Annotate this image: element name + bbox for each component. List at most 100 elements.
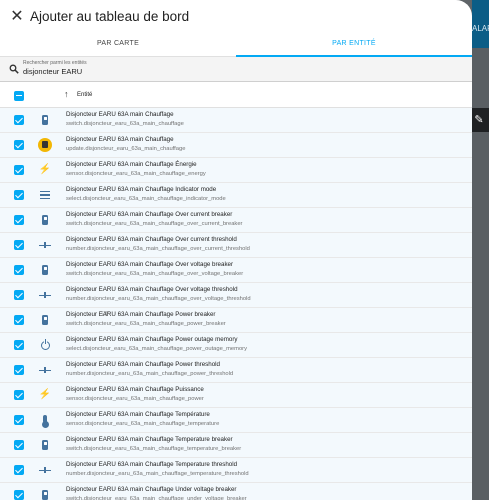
entity-name: Disjoncteur EARU 63A main Chauffage Indi… [66, 186, 217, 193]
search-input[interactable]: disjoncteur EARU [23, 67, 82, 76]
entity-id: switch.disjoncteur_earu_63a_main_chauffa… [66, 321, 226, 327]
edit-pencil-icon[interactable]: ✎ [469, 108, 489, 132]
row-checkbox[interactable] [14, 190, 24, 200]
list-header: ↑ Entité [0, 84, 472, 108]
entity-id: switch.disjoncteur_earu_63a_main_chauffa… [66, 446, 242, 452]
bolt-icon: ⚡ [38, 389, 52, 400]
entity-row[interactable]: Disjoncteur EARU 63A main Chauffage Over… [0, 208, 472, 233]
entity-id: number.disjoncteur_earu_63a_main_chauffa… [66, 371, 234, 377]
bolt-icon: ⚡ [38, 164, 52, 175]
slider-icon [38, 463, 52, 477]
switch-icon [38, 488, 52, 500]
dashboard-backdrop: ALAR ✎ [469, 0, 489, 500]
entity-id: sensor.disjoncteur_earu_63a_main_chauffa… [66, 421, 220, 427]
thermometer-icon [38, 413, 52, 428]
row-checkbox[interactable] [14, 365, 24, 375]
entity-id: select.disjoncteur_earu_63a_main_chauffa… [66, 196, 226, 202]
slider-icon [38, 288, 52, 302]
switch-icon [38, 213, 52, 227]
entity-id: sensor.disjoncteur_earu_63a_main_chauffa… [66, 171, 206, 177]
entity-row[interactable]: Disjoncteur EARU 63A main Chauffage Temp… [0, 458, 472, 483]
entity-name: Disjoncteur EARU 63A main Chauffage Over… [66, 211, 233, 218]
entity-row[interactable]: Disjoncteur EARU 63A main Chauffage Over… [0, 233, 472, 258]
entity-list: Disjoncteur EARU 63A main Chauffage switc… [0, 108, 472, 500]
switch-icon [38, 113, 52, 127]
entity-name: Disjoncteur EARU 63A main Chauffage Powe… [66, 311, 216, 318]
entity-name: Disjoncteur EARU 63A main Chauffage Éner… [66, 161, 197, 168]
row-checkbox[interactable] [14, 140, 24, 150]
column-header-entity[interactable]: Entité [77, 92, 92, 98]
entity-name: Disjoncteur EARU 63A main Chauffage Powe… [66, 336, 238, 343]
update-icon [38, 138, 52, 152]
switch-icon [38, 263, 52, 277]
row-checkbox[interactable] [14, 290, 24, 300]
row-checkbox[interactable] [14, 440, 24, 450]
entity-row[interactable]: Disjoncteur EARU 63A main Chauffage Temp… [0, 433, 472, 458]
switch-icon [38, 313, 52, 327]
dialog-title: Ajouter au tableau de bord [30, 9, 190, 24]
row-checkbox[interactable] [14, 165, 24, 175]
entity-row[interactable]: Disjoncteur EARU 63A main Chauffage Powe… [0, 358, 472, 383]
tab-by-card[interactable]: PAR CARTE [0, 32, 236, 56]
sort-arrow-up-icon[interactable]: ↑ [64, 89, 69, 99]
entity-name: Disjoncteur EARU 63A main Chauffage [66, 136, 174, 143]
backdrop-alarm-text: ALAR [472, 24, 489, 33]
entity-name: Disjoncteur EARU 63A main Chauffage Over… [66, 236, 237, 243]
entity-id: switch.disjoncteur_earu_63a_main_chauffa… [66, 271, 244, 277]
search-field[interactable]: Rechercher parmi les entités disjoncteur… [0, 57, 472, 82]
entity-name: Disjoncteur EARU 63A main Chauffage Puis… [66, 386, 204, 393]
tab-by-entity[interactable]: PAR ENTITÉ [236, 32, 472, 57]
tab-bar: PAR CARTE PAR ENTITÉ [0, 32, 472, 57]
entity-name: Disjoncteur EARU 63A main Chauffage Temp… [66, 461, 238, 468]
entity-row[interactable]: Disjoncteur EARU 63A main Chauffage Temp… [0, 408, 472, 433]
dialog-header: ✕ Ajouter au tableau de bord [0, 0, 472, 32]
entity-id: update.disjoncteur_earu_63a_main_chauffa… [66, 146, 186, 152]
mouse-pointer-icon: ☞ [101, 309, 110, 320]
entity-id: switch.disjoncteur_earu_63a_main_chauffa… [66, 121, 184, 127]
entity-id: number.disjoncteur_earu_63a_main_chauffa… [66, 296, 251, 302]
search-icon [9, 64, 19, 74]
list-icon [38, 188, 52, 202]
switch-icon [38, 438, 52, 452]
entity-row[interactable]: Disjoncteur EARU 63A main Chauffage Powe… [0, 308, 472, 333]
row-checkbox[interactable] [14, 315, 24, 325]
entity-id: sensor.disjoncteur_earu_63a_main_chauffa… [66, 396, 204, 402]
row-checkbox[interactable] [14, 265, 24, 275]
row-checkbox[interactable] [14, 390, 24, 400]
entity-name: Disjoncteur EARU 63A main Chauffage Unde… [66, 486, 237, 493]
entity-id: switch.disjoncteur_earu_63a_main_chauffa… [66, 221, 243, 227]
entity-name: Disjoncteur EARU 63A main Chauffage Temp… [66, 436, 233, 443]
entity-row[interactable]: Disjoncteur EARU 63A main Chauffage Over… [0, 258, 472, 283]
row-checkbox[interactable] [14, 465, 24, 475]
row-checkbox[interactable] [14, 340, 24, 350]
row-checkbox[interactable] [14, 240, 24, 250]
search-label: Rechercher parmi les entités [23, 60, 87, 66]
entity-row[interactable]: ⚡ Disjoncteur EARU 63A main Chauffage Éne… [0, 158, 472, 183]
entity-name: Disjoncteur EARU 63A main Chauffage Powe… [66, 361, 220, 368]
power-icon [38, 338, 52, 352]
row-checkbox[interactable] [14, 215, 24, 225]
entity-name: Disjoncteur EARU 63A main Chauffage Temp… [66, 411, 210, 418]
entity-row[interactable]: Disjoncteur EARU 63A main Chauffage Indi… [0, 183, 472, 208]
entity-name: Disjoncteur EARU 63A main Chauffage Over… [66, 261, 234, 268]
entity-row[interactable]: ⚡ Disjoncteur EARU 63A main Chauffage Pui… [0, 383, 472, 408]
entity-name: Disjoncteur EARU 63A main Chauffage [66, 111, 174, 118]
entity-id: switch.disjoncteur_earu_63a_main_chauffa… [66, 496, 247, 500]
entity-row[interactable]: Disjoncteur EARU 63A main Chauffage Over… [0, 283, 472, 308]
row-checkbox[interactable] [14, 490, 24, 500]
entity-id: number.disjoncteur_earu_63a_main_chauffa… [66, 246, 250, 252]
add-to-dashboard-dialog: ✕ Ajouter au tableau de bord PAR CARTE P… [0, 0, 472, 500]
slider-icon [38, 363, 52, 377]
entity-row[interactable]: Disjoncteur EARU 63A main Chauffage Unde… [0, 483, 472, 500]
entity-row[interactable]: Disjoncteur EARU 63A main Chauffage updat… [0, 133, 472, 158]
close-icon[interactable]: ✕ [8, 8, 26, 26]
entity-id: number.disjoncteur_earu_63a_main_chauffa… [66, 471, 249, 477]
entity-row[interactable]: Disjoncteur EARU 63A main Chauffage switc… [0, 108, 472, 133]
row-checkbox[interactable] [14, 415, 24, 425]
row-checkbox[interactable] [14, 115, 24, 125]
entity-id: select.disjoncteur_earu_63a_main_chauffa… [66, 346, 248, 352]
slider-icon [38, 238, 52, 252]
entity-name: Disjoncteur EARU 63A main Chauffage Over… [66, 286, 238, 293]
entity-row[interactable]: Disjoncteur EARU 63A main Chauffage Powe… [0, 333, 472, 358]
select-all-checkbox[interactable] [14, 91, 24, 101]
